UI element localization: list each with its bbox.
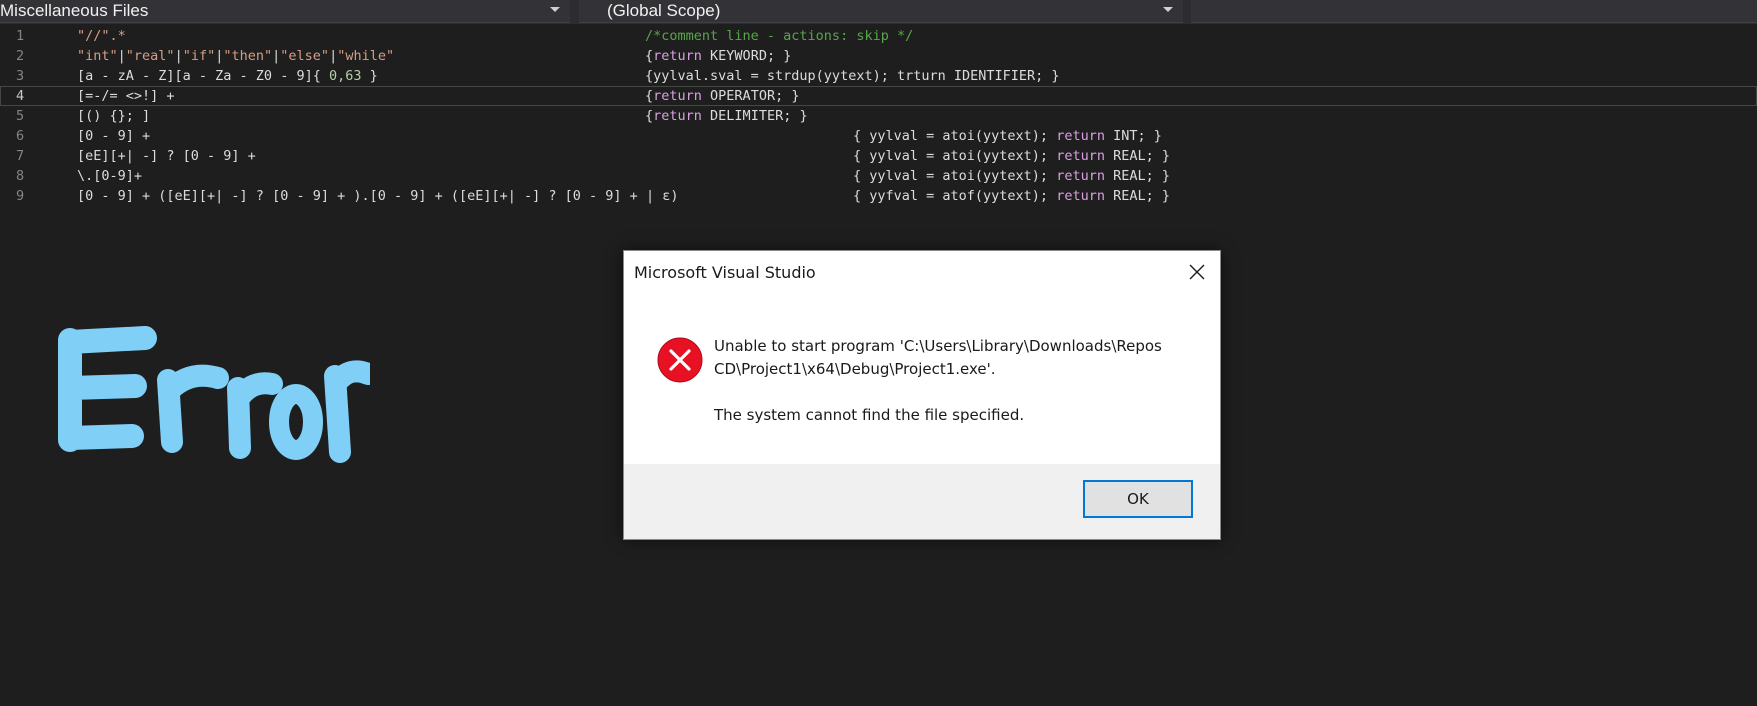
code-token: { yylval = atoi(yytext); xyxy=(853,168,1057,184)
lex-action: {yylval.sval = strdup(yytext); trturn ID… xyxy=(645,66,1060,86)
code-token: { xyxy=(645,88,654,104)
code-token: return xyxy=(1056,148,1105,164)
lex-pattern: [=-/= <>!] + xyxy=(77,86,175,106)
lex-action: {return DELIMITER; } xyxy=(645,106,808,126)
code-token: { xyxy=(645,108,654,124)
code-token: return xyxy=(1056,168,1105,184)
lex-action: /*comment line - actions: skip */ xyxy=(645,26,913,46)
code-token: return xyxy=(1056,188,1105,204)
code-token: \.[0-9]+ xyxy=(77,168,143,184)
code-line[interactable]: 4 [=-/= <>!] + {return OPERATOR; } xyxy=(0,86,1757,106)
dialog-message-detail: The system cannot find the file specifie… xyxy=(714,406,1025,424)
scope-dropdown[interactable]: (Global Scope) xyxy=(579,0,1183,23)
code-line[interactable]: 3 [a - zA - Z][a - Za - Z0 - 9]{ 0,63 } {y… xyxy=(0,66,1757,86)
code-token: [a - zA - Z][a - Za - Z0 - 9]{ xyxy=(77,68,329,84)
code-token: [=-/= <>!] + xyxy=(77,88,175,104)
handwritten-error-annotation xyxy=(58,326,370,463)
code-token: "then" xyxy=(223,48,273,64)
navigation-bar: Miscellaneous Files (Global Scope) xyxy=(0,0,1757,24)
dialog-message-line: Unable to start program 'C:\Users\Librar… xyxy=(714,337,1162,355)
code-token: return xyxy=(653,48,702,64)
lex-action: { yylval = atoi(yytext); return REAL; } xyxy=(853,166,1170,186)
lex-pattern: "//".* xyxy=(77,26,126,46)
lex-action: { yyfval = atof(yytext); return REAL; } xyxy=(853,186,1170,206)
lex-pattern: [0 - 9] + xyxy=(77,126,150,146)
code-token: INT; } xyxy=(1104,128,1162,144)
ok-button[interactable]: OK xyxy=(1083,480,1193,518)
code-token: 0,63 xyxy=(328,68,362,84)
scope-dropdown-label: (Global Scope) xyxy=(607,1,721,20)
code-token: REAL; } xyxy=(1104,168,1171,184)
line-number: 4 xyxy=(16,88,25,104)
code-token: OPERATOR; } xyxy=(701,88,800,104)
close-icon[interactable] xyxy=(1186,261,1208,283)
line-number: 5 xyxy=(16,108,25,124)
code-token: } xyxy=(361,68,378,84)
code-token: "real" xyxy=(125,48,175,64)
lex-action: {return OPERATOR; } xyxy=(645,86,799,106)
code-line[interactable]: 8 \.[0-9]+ { yylval = atoi(yytext); return… xyxy=(0,166,1757,186)
line-number: 7 xyxy=(16,148,25,164)
code-token: "//".* xyxy=(77,28,126,44)
code-token: {yylval.sval = strdup(yytext); trturn ID… xyxy=(645,68,1060,84)
code-line[interactable]: 7 [eE][+| -] ? [0 - 9] + { yylval = atoi(y… xyxy=(0,146,1757,166)
code-line[interactable]: 1 "//".* /*comment line - actions: skip */ xyxy=(0,26,1757,46)
code-token: "while" xyxy=(337,48,395,64)
error-dialog: Microsoft Visual Studio Unable to start … xyxy=(623,250,1221,540)
lex-pattern: [0 - 9] + ([eE][+| -] ? [0 - 9] + ).[0 -… xyxy=(77,186,678,206)
error-icon xyxy=(657,337,703,383)
lex-pattern: \.[0-9]+ xyxy=(77,166,142,186)
code-token: "if" xyxy=(182,48,216,64)
code-token: { yyfval = atof(yytext); xyxy=(853,188,1057,204)
code-line[interactable]: 2 "int"|"real"|"if"|"then"|"else"|"while"… xyxy=(0,46,1757,66)
dialog-footer: OK xyxy=(624,464,1220,539)
dialog-message: Unable to start program 'C:\Users\Librar… xyxy=(714,335,1184,427)
lex-action: {return KEYWORD; } xyxy=(645,46,791,66)
lex-pattern: [() {}; ] xyxy=(77,106,150,126)
code-token: { xyxy=(645,48,654,64)
lex-action: { yylval = atoi(yytext); return REAL; } xyxy=(853,146,1170,166)
code-token: [() {}; ] xyxy=(77,108,151,124)
code-token: | xyxy=(329,48,338,64)
code-token: "else" xyxy=(280,48,330,64)
lex-pattern: [a - zA - Z][a - Za - Z0 - 9]{ 0,63 } xyxy=(77,66,378,86)
code-token: REAL; } xyxy=(1104,188,1171,204)
project-dropdown[interactable]: Miscellaneous Files xyxy=(0,0,570,23)
code-line[interactable]: 9 [0 - 9] + ([eE][+| -] ? [0 - 9] + ).[0 … xyxy=(0,186,1757,206)
chevron-down-icon xyxy=(1163,7,1173,12)
code-token: [0 - 9] + ([eE][+| -] ? [0 - 9] + ).[0 -… xyxy=(77,188,679,204)
code-token: { yylval = atoi(yytext); xyxy=(853,148,1057,164)
line-number: 1 xyxy=(16,28,25,44)
code-token: [0 - 9] + xyxy=(77,128,151,144)
dialog-message-line: CD\Project1\x64\Debug\Project1.exe'. xyxy=(714,360,996,378)
chevron-down-icon xyxy=(550,7,560,12)
code-token: "int" xyxy=(77,48,118,64)
lex-pattern: "int"|"real"|"if"|"then"|"else"|"while" xyxy=(77,46,394,66)
code-token: [eE][+| -] ? [0 - 9] + xyxy=(77,148,256,164)
dialog-title: Microsoft Visual Studio xyxy=(634,263,816,282)
error-scribble-strokes xyxy=(58,326,370,463)
project-dropdown-label: Miscellaneous Files xyxy=(0,1,149,20)
line-number: 6 xyxy=(16,128,25,144)
member-dropdown[interactable] xyxy=(1191,0,1757,23)
code-token: DELIMITER; } xyxy=(701,108,808,124)
code-line[interactable]: 6 [0 - 9] + { yylval = atoi(yytext); retur… xyxy=(0,126,1757,146)
code-token: return xyxy=(1056,128,1105,144)
code-token: /*comment line - actions: skip */ xyxy=(645,28,914,44)
line-number: 8 xyxy=(16,168,25,184)
code-token: | xyxy=(117,48,126,64)
code-token: KEYWORD; } xyxy=(701,48,792,64)
code-token: return xyxy=(653,108,702,124)
line-number: 3 xyxy=(16,68,25,84)
code-line[interactable]: 5 [() {}; ] {return DELIMITER; } xyxy=(0,106,1757,126)
code-token: | xyxy=(174,48,183,64)
code-token: return xyxy=(653,88,702,104)
lex-action: { yylval = atoi(yytext); return INT; } xyxy=(853,126,1162,146)
line-number: 2 xyxy=(16,48,25,64)
line-number: 9 xyxy=(16,188,25,204)
code-token: { yylval = atoi(yytext); xyxy=(853,128,1057,144)
lex-pattern: [eE][+| -] ? [0 - 9] + xyxy=(77,146,256,166)
code-token: REAL; } xyxy=(1104,148,1171,164)
